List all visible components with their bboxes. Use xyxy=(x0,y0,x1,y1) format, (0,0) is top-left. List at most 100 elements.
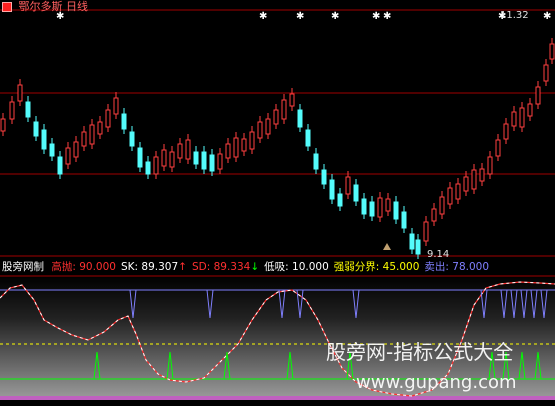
candle-body xyxy=(97,121,103,135)
indicator-item-label: SK: xyxy=(120,261,139,273)
candle-body xyxy=(161,149,167,167)
candle-body xyxy=(113,97,119,115)
indicator-item-value: 89.334 xyxy=(210,261,251,273)
indicator-pane-bottom-band xyxy=(0,396,555,400)
candle-body xyxy=(289,93,295,107)
candle-body xyxy=(57,156,63,175)
watermark-title: 股旁网-指标公式大全 xyxy=(326,340,514,364)
candle-body xyxy=(233,137,239,158)
candle-body xyxy=(129,131,135,147)
watermark-url: www.gupang.com xyxy=(356,372,517,393)
candle-body xyxy=(33,121,39,137)
indicator-item-value: 90.000 xyxy=(75,261,116,273)
star-marker-icon: ✱ xyxy=(372,11,380,22)
star-marker-icon: ✱ xyxy=(543,11,551,22)
candle-body xyxy=(543,64,549,82)
candle-body xyxy=(73,141,79,158)
star-marker-icon: ✱ xyxy=(383,11,391,22)
indicator-item-value: 89.307 xyxy=(138,261,179,273)
candle-body xyxy=(25,101,31,118)
candle-body xyxy=(281,99,287,120)
candle-body xyxy=(361,198,367,215)
candle-body xyxy=(401,211,407,229)
candle-body xyxy=(431,208,437,222)
indicator-item: 低吸: 10.000 xyxy=(264,261,329,273)
candle-body xyxy=(201,151,207,170)
candle-body xyxy=(447,187,453,205)
candle-body xyxy=(369,201,375,217)
candle-body xyxy=(9,101,15,120)
candle-body xyxy=(257,121,263,139)
indicator-item: SD: 89.334↓ xyxy=(192,261,259,273)
candle-body xyxy=(241,138,247,152)
chart-window[interactable]: ✱ ✱ ✱ ✱ ✱ ✱ ✱ ✱ 鄂尔多斯 日线 11.32 9.14 股旁网制 高抛: 90.… xyxy=(0,0,555,406)
candle-body xyxy=(337,193,343,207)
candle-body xyxy=(487,156,493,175)
candle-body xyxy=(503,123,509,140)
indicator-item-value: 78.000 xyxy=(448,261,490,273)
candle-body xyxy=(225,143,231,159)
candle-body xyxy=(145,161,151,175)
candle-body xyxy=(439,196,445,215)
indicator-item-label: SD: xyxy=(191,261,211,273)
candle-body xyxy=(249,131,255,150)
candle-body xyxy=(49,143,55,157)
indicator-item-label: 高抛: xyxy=(51,261,76,273)
indicator-item-label: 强弱分界: xyxy=(333,261,380,273)
candle-body xyxy=(479,168,485,182)
period-label: 日线 xyxy=(66,0,88,13)
candle-body xyxy=(455,183,461,200)
indicator-item-arrow: ↑ xyxy=(178,261,187,273)
candle-body xyxy=(0,118,6,132)
candle-body xyxy=(137,147,143,168)
indicator-info-bar: 股旁网制 高抛: 90.000 SK: 89.307↑ SD: 89.334↓ 低吸:… xyxy=(2,261,494,274)
candle-body xyxy=(423,221,429,242)
candle-body xyxy=(377,197,383,218)
indicator-item-label: 低吸: xyxy=(264,261,289,273)
candle-body xyxy=(273,109,279,125)
candle-body xyxy=(185,139,191,160)
indicator-item-arrow: ↓ xyxy=(250,261,260,273)
candle-body xyxy=(265,118,271,135)
indicator-item-label: 卖出: xyxy=(424,261,449,273)
stock-name: 鄂尔多斯 xyxy=(18,0,63,13)
star-marker-icon: ✱ xyxy=(259,11,267,22)
candle-body xyxy=(89,124,95,145)
candle-body xyxy=(65,147,71,165)
candle-body xyxy=(511,111,517,127)
candle-body xyxy=(41,129,47,150)
candle-body xyxy=(81,131,87,147)
candle-body xyxy=(353,184,359,202)
candle-body xyxy=(121,113,127,130)
high-price-label: 11.32 xyxy=(500,10,529,21)
candle-body xyxy=(495,139,501,157)
candle-body xyxy=(305,129,311,147)
indicator-item-value: 45.000 xyxy=(379,261,420,273)
candle-body xyxy=(471,169,477,190)
candle-body xyxy=(169,151,175,168)
candle-body xyxy=(17,84,23,102)
low-price-label: 9.14 xyxy=(427,249,450,260)
candle-body xyxy=(321,169,327,185)
indicator-item-value: 10.000 xyxy=(288,261,329,273)
star-marker-icon: ✱ xyxy=(296,11,304,22)
candle-body xyxy=(177,143,183,159)
candle-body xyxy=(105,109,111,128)
menu-icon[interactable] xyxy=(2,2,12,12)
candle-body xyxy=(463,176,469,192)
candle-body xyxy=(535,86,541,105)
candle-body xyxy=(193,151,199,165)
indicator-item: 强弱分界: 45.000 xyxy=(334,261,420,273)
indicator-name: 股旁网制 xyxy=(2,261,44,273)
candle-body xyxy=(385,198,391,212)
indicator-item: 高抛: 90.000 xyxy=(51,261,116,273)
title-bar: 鄂尔多斯 日线 xyxy=(2,0,88,13)
indicator-item: 卖出: 78.000 xyxy=(424,261,489,273)
star-marker-icon: ✱ xyxy=(331,11,339,22)
candle-body xyxy=(153,156,159,175)
candle-body xyxy=(393,201,399,220)
candle-body xyxy=(409,233,415,250)
candle-body xyxy=(217,153,223,170)
candle-body xyxy=(297,109,303,128)
candle-body xyxy=(313,153,319,170)
